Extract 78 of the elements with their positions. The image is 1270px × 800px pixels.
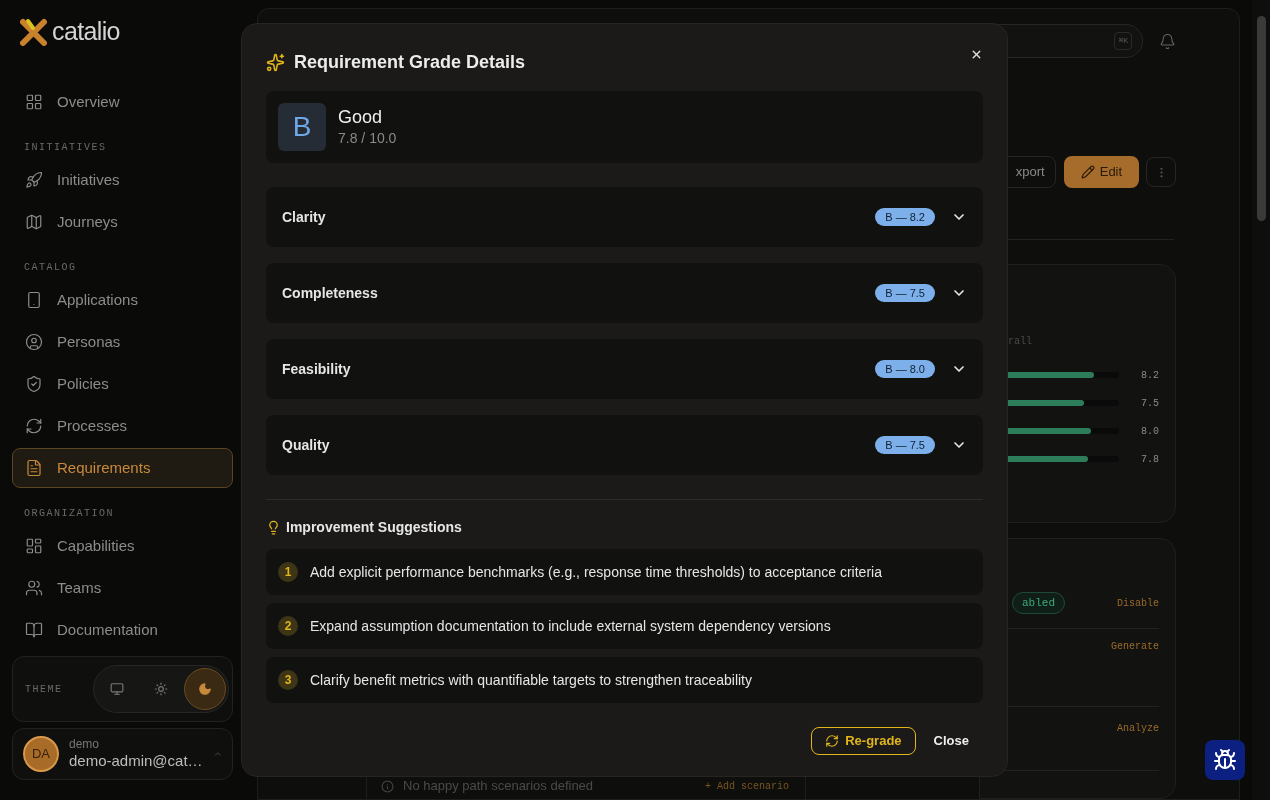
grade-letter: B bbox=[278, 103, 326, 151]
score-value: 8.0 bbox=[1141, 424, 1159, 439]
criterion-row[interactable]: Clarity B — 8.2 bbox=[266, 187, 983, 247]
criterion-grade-badge: B — 8.0 bbox=[875, 359, 935, 379]
layout-icon bbox=[25, 537, 43, 555]
dialog-title: Requirement Grade Details bbox=[294, 50, 526, 74]
nav-item[interactable]: Requirements bbox=[12, 448, 233, 488]
suggestion-number: 3 bbox=[278, 670, 298, 690]
action-link[interactable]: Disable bbox=[1117, 595, 1159, 611]
bug-report-button[interactable] bbox=[1205, 740, 1245, 780]
refresh-icon bbox=[25, 417, 43, 435]
grid-icon bbox=[25, 93, 43, 111]
suggestion-number: 2 bbox=[278, 616, 298, 636]
criterion-grade-badge: B — 8.2 bbox=[875, 207, 935, 227]
moon-icon bbox=[197, 682, 212, 696]
section-heading: CATALOG bbox=[23, 260, 78, 275]
criterion-row[interactable]: Feasibility B — 8.0 bbox=[266, 339, 983, 399]
logo-icon bbox=[20, 18, 48, 46]
regrade-button[interactable]: Re-grade bbox=[811, 727, 916, 755]
people-icon bbox=[25, 579, 43, 597]
suggestions-title: Improvement Suggestions bbox=[286, 517, 462, 537]
scrollbar-thumb[interactable] bbox=[1256, 16, 1266, 221]
nav-item[interactable]: Applications bbox=[12, 280, 233, 320]
theme-label: THEME bbox=[25, 682, 63, 697]
nav-item[interactable]: Personas bbox=[12, 322, 233, 362]
sparkles-icon bbox=[266, 52, 285, 72]
shortcut-key: ⌘K bbox=[1114, 32, 1132, 50]
book-icon bbox=[25, 621, 43, 639]
user-name: demo bbox=[69, 737, 101, 753]
section-heading: INITIATIVES bbox=[23, 140, 108, 155]
grade-score: 7.8 / 10.0 bbox=[338, 129, 397, 148]
nav-item[interactable]: Teams bbox=[12, 568, 233, 608]
refresh-icon bbox=[825, 734, 840, 748]
criterion-row[interactable]: Quality B — 7.5 bbox=[266, 415, 983, 475]
empty-message: No happy path scenarios defined bbox=[403, 777, 594, 796]
shield-icon bbox=[25, 375, 43, 393]
pencil-icon bbox=[1080, 165, 1095, 179]
avatar: DA bbox=[23, 736, 59, 772]
nav-item[interactable]: Processes bbox=[12, 406, 233, 446]
suggestion-number: 1 bbox=[278, 562, 298, 582]
logo-text: catalio bbox=[52, 16, 120, 48]
score-value: 7.8 bbox=[1141, 452, 1159, 467]
grade-label: Good bbox=[338, 106, 384, 128]
action-link[interactable]: Analyze bbox=[1117, 721, 1159, 735]
score-value: 7.5 bbox=[1141, 396, 1159, 411]
nav-item[interactable]: Overview bbox=[12, 82, 233, 122]
scrollbar[interactable] bbox=[1252, 0, 1270, 800]
map-icon bbox=[25, 213, 43, 231]
criterion-grade-badge: B — 7.5 bbox=[875, 283, 935, 303]
score-value: 8.2 bbox=[1141, 368, 1159, 383]
user-menu[interactable]: DA demo demo-admin@cat… bbox=[12, 728, 233, 780]
user-circle-icon bbox=[25, 333, 43, 351]
nav-item[interactable]: Journeys bbox=[12, 202, 233, 242]
close-button[interactable]: Close bbox=[919, 727, 983, 755]
bell-icon[interactable] bbox=[1159, 32, 1176, 50]
theme-option[interactable] bbox=[183, 668, 226, 710]
lightbulb-icon bbox=[266, 519, 281, 535]
user-email: demo-admin@cat… bbox=[69, 752, 203, 771]
rocket-icon bbox=[25, 171, 43, 189]
info-icon bbox=[381, 779, 394, 793]
bug-icon bbox=[1213, 748, 1237, 772]
monitor-icon bbox=[109, 682, 124, 696]
suggestion-text: Clarify benefit metrics with quantifiable targets to strengthen traceability bbox=[310, 670, 752, 690]
nav-item[interactable]: Capabilities bbox=[12, 526, 233, 566]
nav-item[interactable]: Initiatives bbox=[12, 160, 233, 200]
suggestion-text: Add explicit performance benchmarks (e.g., response time thresholds) to acceptance criteria bbox=[310, 562, 882, 582]
section-heading: ORGANIZATION bbox=[23, 506, 115, 521]
criterion-grade-badge: B — 7.5 bbox=[875, 435, 935, 455]
phone-icon bbox=[25, 291, 43, 309]
criterion-row[interactable]: Completeness B — 7.5 bbox=[266, 263, 983, 323]
nav-item[interactable]: Policies bbox=[12, 364, 233, 404]
sun-icon bbox=[153, 682, 168, 696]
suggestion-text: Expand assumption documentation to include external system dependency versions bbox=[310, 616, 831, 636]
document-icon bbox=[25, 459, 43, 477]
status-badge: abled bbox=[1012, 591, 1065, 615]
edit-button[interactable]: Edit bbox=[1063, 156, 1140, 188]
action-link[interactable]: Generate bbox=[1111, 639, 1159, 653]
nav-item[interactable]: Documentation bbox=[12, 610, 233, 650]
